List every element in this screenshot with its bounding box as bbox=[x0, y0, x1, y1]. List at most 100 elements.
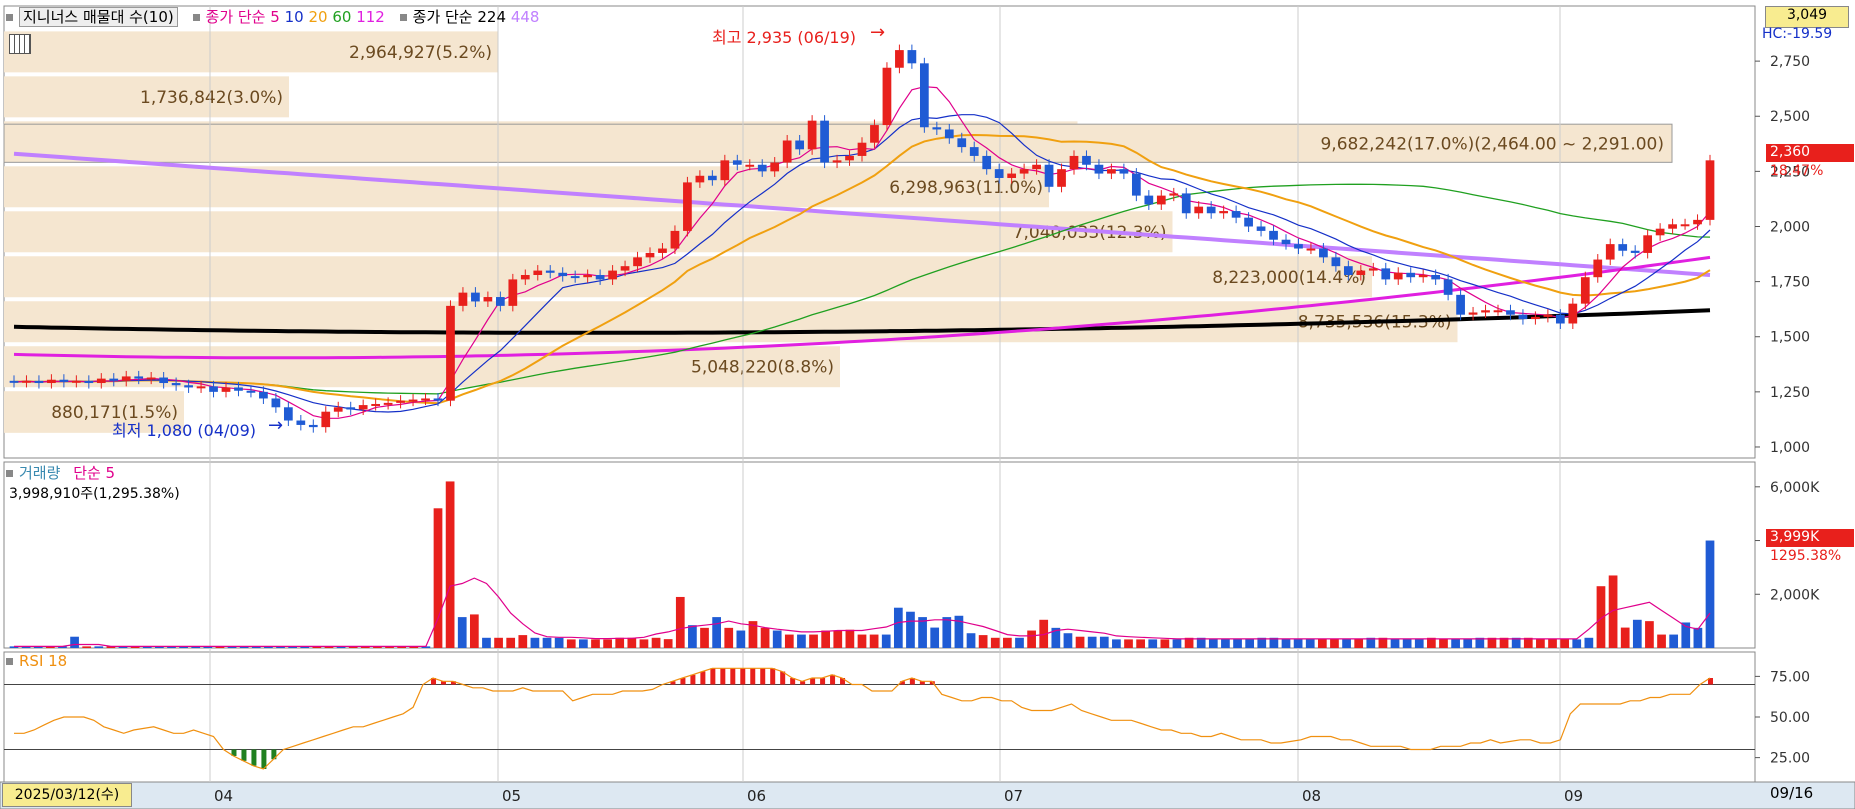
candle-body bbox=[957, 138, 967, 148]
volume-bar bbox=[1099, 636, 1109, 648]
candle-body bbox=[446, 305, 455, 401]
candle-body bbox=[994, 169, 1004, 178]
candle-body bbox=[458, 292, 468, 306]
price-tick: 1,000 bbox=[1770, 440, 1810, 456]
candle-body bbox=[1506, 310, 1515, 315]
volume-bar bbox=[1112, 639, 1121, 648]
volume-bar bbox=[482, 637, 491, 648]
candle-body bbox=[1705, 160, 1715, 220]
volume-bar bbox=[688, 625, 697, 648]
volume-tick: 6,000K bbox=[1770, 480, 1820, 496]
volume-bar bbox=[1136, 639, 1145, 648]
volume-legend: 거래량 단순 5 bbox=[6, 462, 115, 483]
candle-body bbox=[1630, 250, 1640, 253]
candle-body bbox=[1568, 303, 1578, 324]
candle-body bbox=[745, 164, 755, 167]
candle-body bbox=[595, 274, 605, 280]
volume-profile-legend[interactable]: 지니너스 매물대 수(10) bbox=[19, 7, 178, 27]
month-tick: 08 bbox=[1302, 787, 1321, 805]
candle-body bbox=[1281, 239, 1291, 245]
candle-body bbox=[732, 160, 742, 165]
candle-body bbox=[757, 164, 767, 172]
candle-body bbox=[259, 391, 268, 399]
candle-body bbox=[695, 175, 705, 183]
hc-value: HC:-19.59 bbox=[1762, 26, 1833, 42]
candle-body bbox=[1057, 169, 1066, 187]
volume-bar bbox=[942, 617, 952, 648]
volume-bar bbox=[445, 481, 455, 648]
volume-bar bbox=[1245, 639, 1255, 648]
candle-body bbox=[1032, 164, 1041, 170]
volume-bar bbox=[772, 630, 782, 648]
candle-body bbox=[495, 297, 505, 306]
volume-bar bbox=[1063, 633, 1073, 648]
volume-bar bbox=[1693, 627, 1703, 648]
candle-body bbox=[832, 160, 842, 163]
volume-bar bbox=[651, 637, 661, 648]
candle-body bbox=[1605, 244, 1615, 260]
volume-profile-label: 8,223,000(14.4%) bbox=[1212, 268, 1366, 288]
candle-body bbox=[633, 257, 642, 267]
volume-bar bbox=[724, 627, 734, 648]
candle-body bbox=[583, 274, 593, 278]
candle-body bbox=[196, 386, 206, 389]
candle-body bbox=[670, 230, 680, 249]
candle-body bbox=[1593, 259, 1603, 278]
rsi-overbought-fill bbox=[760, 668, 766, 685]
candle-body bbox=[770, 162, 780, 172]
stock-chart: 880,171(1.5%)5,048,220(8.8%)8,735,536(15… bbox=[0, 5, 1855, 809]
candle-body bbox=[9, 380, 19, 383]
high-arrow-icon: → bbox=[870, 22, 886, 43]
candle-body bbox=[1393, 272, 1403, 280]
volume-bar bbox=[930, 627, 940, 648]
candle-body bbox=[1082, 155, 1091, 165]
volume-bar bbox=[1451, 639, 1460, 648]
ma2-legend-label: 종가 단순 bbox=[412, 8, 473, 26]
volume-bar bbox=[1390, 639, 1400, 648]
grid-toggle-icon[interactable] bbox=[9, 34, 31, 54]
volume-bar bbox=[1233, 639, 1242, 648]
ma448-legend: 448 bbox=[510, 8, 540, 26]
candle-body bbox=[134, 376, 144, 379]
ma224-legend: 224 bbox=[477, 8, 507, 26]
candle-body bbox=[34, 380, 44, 384]
volume-bar bbox=[518, 635, 528, 648]
candle-body bbox=[96, 378, 106, 384]
volume-bar bbox=[1560, 639, 1569, 648]
candle-body bbox=[919, 63, 929, 128]
volume-profile-label: 2,964,927(5.2%) bbox=[349, 43, 492, 63]
rsi-overbought-fill bbox=[820, 678, 826, 685]
candle-body bbox=[895, 50, 904, 68]
rsi-tick: 25.00 bbox=[1770, 751, 1810, 767]
volume-bar bbox=[1281, 639, 1291, 648]
candle-body bbox=[1219, 211, 1229, 214]
volume-bar bbox=[1208, 639, 1218, 648]
volume-bar bbox=[675, 596, 685, 648]
candle-body bbox=[720, 160, 730, 181]
volume-bar bbox=[881, 634, 891, 648]
volume-bar bbox=[1342, 639, 1351, 648]
candle-body bbox=[857, 142, 867, 156]
volume-bar bbox=[1027, 630, 1036, 648]
candle-body bbox=[1680, 224, 1690, 227]
candle-body bbox=[184, 385, 193, 388]
volume-bar bbox=[1669, 634, 1679, 648]
rsi-overbought-fill bbox=[710, 668, 716, 685]
candle-body bbox=[1343, 266, 1353, 275]
volume-bar bbox=[1584, 637, 1594, 648]
month-tick: 04 bbox=[214, 787, 233, 805]
volume-bar bbox=[591, 639, 600, 648]
volume-bar bbox=[542, 637, 552, 648]
candle-body bbox=[146, 377, 156, 380]
legend-square-icon bbox=[6, 658, 13, 665]
volume-bar bbox=[615, 637, 625, 648]
candle-body bbox=[1481, 310, 1490, 313]
volume-bar bbox=[845, 629, 855, 648]
volume-bar bbox=[1402, 639, 1412, 648]
rsi-oversold-fill bbox=[241, 749, 247, 761]
candle-body bbox=[1531, 316, 1540, 320]
legend-square-icon bbox=[192, 14, 200, 21]
rsi-overbought-fill bbox=[730, 668, 736, 685]
rsi-overbought-fill bbox=[770, 668, 776, 685]
candle-body bbox=[321, 411, 331, 428]
